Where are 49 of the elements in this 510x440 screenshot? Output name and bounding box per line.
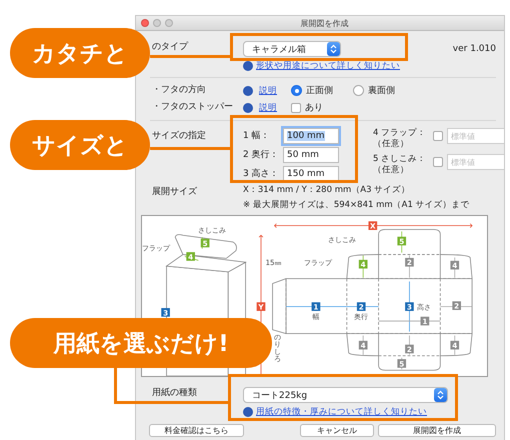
field-label: 3 高さ： xyxy=(243,168,280,180)
optional-note: （任意） xyxy=(373,165,410,176)
option-label: 正面側 xyxy=(306,85,333,97)
sheet-size-value: X：314 mm / Y：280 mm（A3 サイズ） xyxy=(243,184,412,197)
stepper-icon xyxy=(327,42,340,56)
dialog-button[interactable]: 展開図を作成 xyxy=(378,424,496,437)
field-label: ・フタのストッパー xyxy=(151,102,234,113)
dialog-button[interactable]: 料金確認はこちら xyxy=(149,424,244,437)
optional-note: （任意） xyxy=(373,139,410,150)
field-label: 1 幅： xyxy=(243,130,271,142)
callout-badge: サイズと xyxy=(10,120,150,170)
box-type-select[interactable]: キャラメル箱 xyxy=(243,41,341,57)
size-input[interactable]: 100 mm xyxy=(283,128,339,144)
field-label: ・フタの方向 xyxy=(151,85,207,96)
zoom-button[interactable] xyxy=(165,19,173,27)
version-label: ver 1.010 xyxy=(452,44,496,54)
minimize-button[interactable] xyxy=(153,19,161,27)
field-label: のタイプ xyxy=(151,42,190,53)
close-button[interactable] xyxy=(141,19,149,27)
help-link[interactable]: 説明 xyxy=(259,84,277,96)
field-label: 用紙の種類 xyxy=(151,388,198,399)
dimension-line xyxy=(202,236,203,250)
radio-button[interactable] xyxy=(291,85,302,96)
help-icon xyxy=(243,61,253,71)
section-label: サイズの指定 xyxy=(151,131,207,142)
checkbox[interactable] xyxy=(433,157,443,167)
radio-button[interactable] xyxy=(353,85,364,96)
field-label: 展開サイズ xyxy=(151,187,198,198)
sheet-size-note: ※ 最大展開サイズは、594×841 mm（A1 サイズ）まで xyxy=(243,199,471,211)
help-icon xyxy=(243,407,253,417)
field-label: 5 さしこみ： xyxy=(373,154,428,165)
stepper-icon xyxy=(434,388,447,402)
help-link[interactable]: 説明 xyxy=(259,102,277,114)
checkbox[interactable] xyxy=(291,102,301,112)
field-label: 2 奥行： xyxy=(243,148,280,161)
callout-badge: カタチと xyxy=(10,28,150,78)
dimension-line xyxy=(440,306,472,307)
help-link[interactable]: 用紙の特徴・厚みについて詳しく知りたい xyxy=(256,406,427,418)
window-title: 展開図を作成 xyxy=(300,18,350,28)
help-link[interactable]: 形状や用途について詳しく知りたい xyxy=(256,60,400,72)
size-input[interactable]: 50 mm xyxy=(283,146,339,162)
option-label: 裏面側 xyxy=(368,84,395,97)
paper-select[interactable]: コート225kg xyxy=(243,387,448,403)
callout-badge: 用紙を選ぶだけ! xyxy=(10,318,272,368)
dialog-button[interactable]: キャンセル xyxy=(300,424,374,437)
option-label: あり xyxy=(305,102,323,114)
checkbox[interactable] xyxy=(433,131,443,141)
size-input[interactable]: 150 mm xyxy=(283,166,339,182)
field-label: 4 フラップ： xyxy=(373,128,428,139)
